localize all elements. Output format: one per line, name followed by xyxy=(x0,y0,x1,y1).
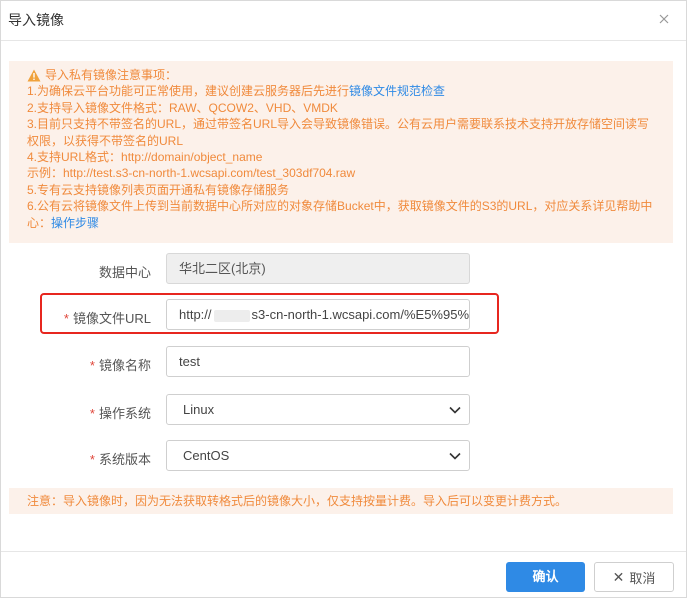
chevron-down-icon xyxy=(449,452,461,460)
operation-steps-link[interactable]: 操作步骤 xyxy=(51,216,99,230)
version-select[interactable]: CentOS xyxy=(166,440,470,471)
cancel-button[interactable]: ✕ 取消 xyxy=(594,562,674,592)
notice-line-1: 1.为确保云平台功能可正常使用，建议创建云服务器后先进行镜像文件规范检查 xyxy=(27,83,655,99)
required-mark: * xyxy=(89,452,95,467)
os-label-text: 操作系统 xyxy=(98,406,151,421)
x-icon: ✕ xyxy=(612,569,625,585)
image-url-label-text: 镜像文件URL xyxy=(72,311,151,326)
image-name-label: * 镜像名称 xyxy=(90,355,151,374)
image-spec-check-link[interactable]: 镜像文件规范检查 xyxy=(349,84,445,98)
datacenter-label: 数据中心 xyxy=(98,265,151,280)
notice-line-4-example: 示例：http://test.s3-cn-north-1.wcsapi.com/… xyxy=(27,166,356,181)
image-url-label: * 镜像文件URL xyxy=(64,308,151,327)
required-mark: * xyxy=(63,311,69,326)
datacenter-row: 数据中心 华北二区(北京) xyxy=(1,253,686,287)
notice-line-4: 4.支持URL格式：http://domain/object_name xyxy=(27,150,263,165)
os-label: * 操作系统 xyxy=(90,403,151,422)
image-name-row: * 镜像名称 test xyxy=(1,346,686,380)
version-row: * 系统版本 CentOS xyxy=(1,440,686,474)
notice-title: 导入私有镜像注意事项： xyxy=(45,68,178,82)
notice-panel: 导入私有镜像注意事项： 1.为确保云平台功能可正常使用，建议创建云服务器后先进行… xyxy=(9,61,673,243)
required-mark: * xyxy=(89,406,95,421)
os-row: * 操作系统 Linux xyxy=(1,394,686,428)
image-name-input[interactable]: test xyxy=(166,346,470,377)
image-url-row: * 镜像文件URL http:// s3-cn-north-1.wcsapi.com… xyxy=(1,299,686,333)
notice-line-1-text: 1.为确保云平台功能可正常使用，建议创建云服务器后先进行 xyxy=(27,84,350,99)
chevron-down-icon xyxy=(449,406,461,414)
version-label-text: 系统版本 xyxy=(98,452,151,467)
warning-icon xyxy=(27,69,41,82)
notice-line-6-text: 6.公有云将镜像文件上传到当前数据中心所对应的对象存储Bucket中，获取镜像文… xyxy=(27,199,653,230)
dialog-title: 导入镜像 xyxy=(8,12,64,28)
notice-title-row: 导入私有镜像注意事项： xyxy=(27,67,655,83)
billing-note: 注意：导入镜像时，因为无法获取转格式后的镜像大小，仅支持按量计费。导入后可以变更… xyxy=(9,488,673,514)
dialog-footer: 确认 ✕ 取消 xyxy=(1,551,686,598)
required-mark: * xyxy=(89,358,95,373)
image-url-suffix: s3-cn-north-1.wcsapi.com/%E5%95%8ACen xyxy=(251,307,470,322)
image-url-input[interactable]: http:// s3-cn-north-1.wcsapi.com/%E5%95%8… xyxy=(166,299,470,330)
version-label: * 系统版本 xyxy=(90,449,151,468)
image-url-prefix: http:// xyxy=(179,307,212,322)
os-select[interactable]: Linux xyxy=(166,394,470,425)
notice-line-6: 6.公有云将镜像文件上传到当前数据中心所对应的对象存储Bucket中，获取镜像文… xyxy=(27,198,655,231)
import-image-dialog: 导入镜像 导入私有镜像注意事项： 1.为确保云平台功能可正常使用，建议创建云服务… xyxy=(0,0,687,598)
os-select-value: Linux xyxy=(183,402,215,417)
confirm-button[interactable]: 确认 xyxy=(506,562,585,592)
close-icon[interactable] xyxy=(656,11,672,27)
datacenter-field: 华北二区(北京) xyxy=(166,253,470,284)
image-name-label-text: 镜像名称 xyxy=(98,358,151,373)
redacted-mask xyxy=(213,309,250,322)
version-select-value: CentOS xyxy=(183,448,230,463)
cancel-label: 取消 xyxy=(629,570,656,586)
dialog-header: 导入镜像 xyxy=(1,1,686,41)
notice-line-5: 5.专有云支持镜像列表页面开通私有镜像存储服务 xyxy=(27,182,290,197)
notice-line-3: 3.目前只支持不带签名的URL，通过带签名URL导入会导致镜像错误。公有云用户需… xyxy=(27,117,650,148)
notice-line-2: 2.支持导入镜像文件格式：RAW、QCOW2、VHD、VMDK xyxy=(27,100,338,115)
